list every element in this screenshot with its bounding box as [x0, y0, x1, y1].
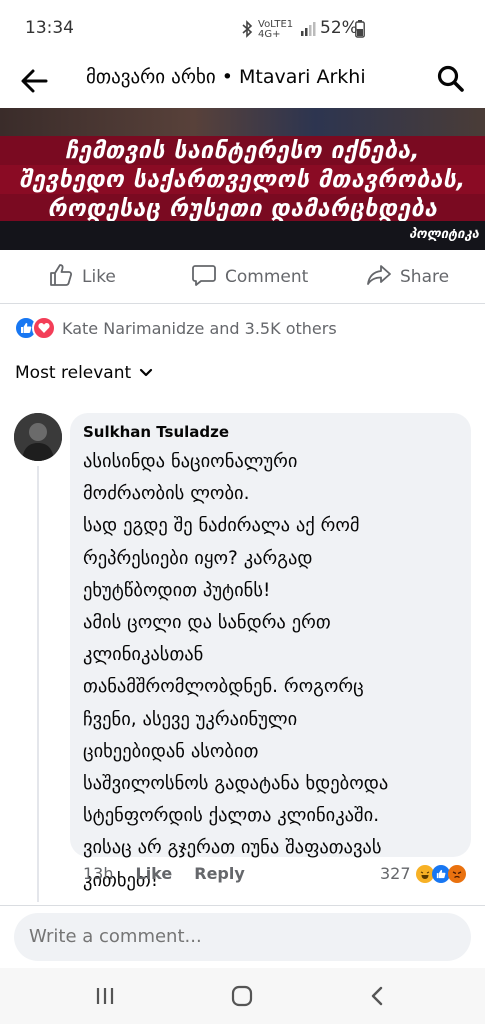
comment-reply-button[interactable]: Reply — [194, 864, 245, 883]
page-title: მთავარი არხი • Mtavari Arkhi — [86, 66, 366, 88]
share-button[interactable]: Share — [366, 258, 449, 296]
comment-reaction-count: 327 — [380, 864, 411, 883]
status-time: 13:34 — [25, 18, 74, 38]
sort-label: Most relevant — [15, 363, 132, 383]
chevron-down-icon — [139, 363, 153, 383]
like-button[interactable]: Like — [48, 258, 116, 296]
thread-line — [37, 466, 39, 902]
share-label: Share — [400, 267, 450, 287]
network-indicator: VoLTE1 4G+ — [258, 19, 294, 40]
banner-line-2: შევხედო საქართველოს მთავრობას, — [19, 167, 466, 193]
recent-apps-icon[interactable] — [90, 981, 120, 1011]
comment-like-button[interactable]: Like — [136, 864, 173, 883]
like-label: Like — [82, 267, 116, 287]
comment-label: Comment — [225, 267, 309, 287]
divider — [0, 905, 485, 906]
comment-bubble-icon — [191, 262, 217, 293]
avatar[interactable] — [14, 413, 62, 461]
comment-reactions[interactable]: 327 — [380, 864, 466, 883]
comment-time: 13h — [83, 864, 114, 883]
comment-text: ასისინდა ნაციონალური მოძრაობის ლობი. სად… — [83, 451, 389, 891]
reactions-text: Kate Narimanidze and 3.5K others — [62, 318, 337, 338]
bluetooth-icon — [240, 20, 254, 42]
back-arrow-icon[interactable] — [18, 64, 52, 98]
comment-compose-box[interactable] — [14, 913, 471, 961]
divider — [0, 303, 485, 304]
banner-line-3: როდესაც რუსეთი დამარცხდება — [47, 196, 438, 222]
back-nav-icon[interactable] — [363, 981, 393, 1011]
reactions-summary[interactable]: Kate Narimanidze and 3.5K others — [14, 316, 337, 340]
signal-icon — [300, 21, 316, 41]
haha-reaction-icon — [415, 864, 434, 883]
like-reaction-icon — [431, 864, 450, 883]
angry-reaction-icon — [447, 864, 466, 883]
banner-brand: პოლიტიკა — [409, 227, 479, 242]
post-image-banner[interactable]: ჩემთვის საინტერესო იქნება, შევხედო საქარ… — [0, 108, 485, 250]
love-reaction-icon — [32, 316, 56, 340]
thumbs-up-icon — [48, 262, 74, 293]
comment-button[interactable]: Comment — [191, 258, 308, 296]
banner-photo-strip — [0, 108, 485, 136]
comment-sort-dropdown[interactable]: Most relevant — [15, 363, 153, 383]
comment-author[interactable]: Sulkhan Tsuladze — [83, 423, 229, 441]
comment-meta: 13h Like Reply — [83, 864, 245, 883]
home-icon[interactable] — [227, 981, 257, 1011]
search-icon[interactable] — [436, 64, 466, 94]
share-arrow-icon — [366, 262, 392, 293]
comment-input[interactable] — [29, 913, 449, 961]
battery-icon — [355, 20, 365, 42]
banner-line-1: ჩემთვის საინტერესო იქნება, — [65, 138, 420, 164]
battery-percent: 52% — [320, 18, 358, 38]
